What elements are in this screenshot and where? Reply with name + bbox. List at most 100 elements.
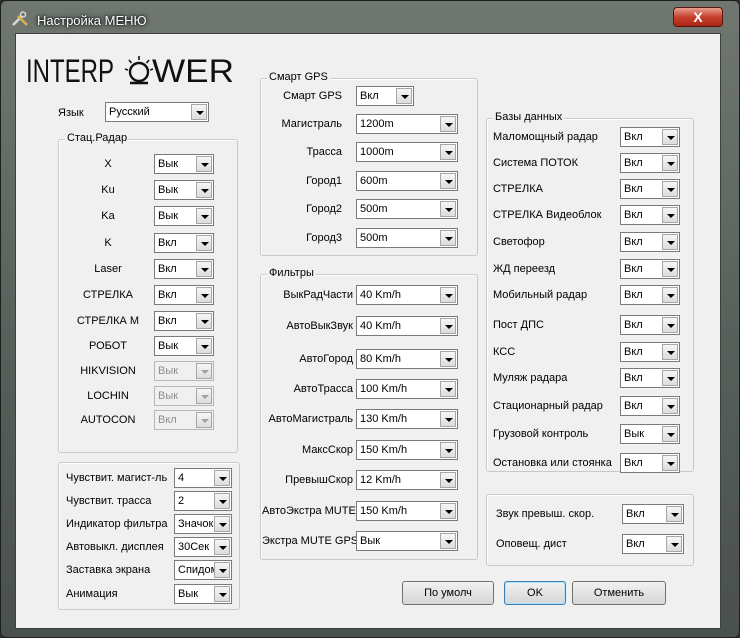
database-item-label: Грузовой контроль	[493, 428, 589, 440]
chevron-down-icon	[666, 536, 682, 552]
stat-radar-item-value: Вык	[158, 210, 179, 222]
smart-gps-item-select[interactable]: 500m	[356, 199, 458, 219]
stat-radar-item-select[interactable]: Вык	[154, 154, 214, 174]
misc-item-select[interactable]: Значок	[174, 514, 232, 534]
stat-radar-item-value: Вкл	[158, 289, 177, 301]
stat-radar-item-value: Вкл	[158, 263, 177, 275]
stat-radar-item-select[interactable]: Вкл	[154, 233, 214, 253]
stat-radar-item-label: HIKVISION	[80, 365, 136, 377]
smart-gps-item-label: Смарт GPS	[283, 90, 342, 102]
chevron-down-icon	[396, 88, 412, 104]
database-item-select[interactable]: Вык	[620, 424, 680, 444]
filter-item-select[interactable]: 40 Km/h	[356, 285, 458, 305]
database-item-select[interactable]: Вкл	[620, 179, 680, 199]
misc-item-select[interactable]: 4	[174, 468, 232, 488]
filter-item-value: 130 Km/h	[360, 413, 408, 425]
misc-item-select[interactable]: Вык	[174, 584, 232, 604]
misc-item-select[interactable]: 2	[174, 491, 232, 511]
misc-item-label: Чувствит. магист-ль	[66, 472, 168, 484]
database-item-select[interactable]: Вкл	[620, 205, 680, 225]
chevron-down-icon	[440, 442, 456, 458]
database-item-select[interactable]: Вкл	[620, 127, 680, 147]
default-button[interactable]: По умолч	[402, 581, 494, 605]
chevron-down-icon	[214, 493, 230, 509]
smart-gps-item-value: Вкл	[360, 90, 379, 102]
chevron-down-icon	[214, 586, 230, 602]
ok-button[interactable]: OK	[504, 581, 566, 605]
database-item-select[interactable]: Вкл	[620, 368, 680, 388]
filter-item-select[interactable]: Вык	[356, 531, 458, 551]
cancel-button[interactable]: Отменить	[572, 581, 666, 605]
filter-item-select[interactable]: 150 Km/h	[356, 440, 458, 460]
smart-gps-item-label: Город1	[306, 175, 342, 187]
sound-item-select[interactable]: Вкл	[622, 534, 684, 554]
filter-item-select[interactable]: 80 Km/h	[356, 349, 458, 369]
stat-radar-item-select[interactable]: Вык	[154, 180, 214, 200]
close-button[interactable]: X	[673, 7, 723, 27]
filter-item-select[interactable]: 130 Km/h	[356, 409, 458, 429]
misc-item-label: Анимация	[66, 588, 118, 600]
stat-radar-item-select[interactable]: Вык	[154, 336, 214, 356]
filter-item-label: МаксСкор	[302, 444, 353, 456]
stat-radar-item-select[interactable]: Вкл	[154, 311, 214, 331]
misc-item-select[interactable]: 30Сек	[174, 537, 232, 557]
chevron-down-icon	[440, 173, 456, 189]
sound-item-label: Звук превыш. скор.	[496, 508, 595, 520]
database-item-select[interactable]: Вкл	[620, 396, 680, 416]
filter-item-value: Вык	[360, 535, 381, 547]
database-item-select[interactable]: Вкл	[620, 153, 680, 173]
chevron-down-icon	[196, 261, 212, 277]
smart-gps-item-select[interactable]: 1200m	[356, 114, 458, 134]
database-item-value: Вык	[624, 428, 645, 440]
smart-gps-item-select[interactable]: 1000m	[356, 142, 458, 162]
filter-item-select[interactable]: 150 Km/h	[356, 501, 458, 521]
misc-item-value: 4	[178, 472, 185, 484]
chevron-down-icon	[191, 104, 207, 120]
language-select[interactable]: Русский	[105, 102, 209, 122]
database-item-select[interactable]: Вкл	[620, 342, 680, 362]
database-item-select[interactable]: Вкл	[620, 285, 680, 305]
smart-gps-item-select[interactable]: Вкл	[356, 86, 414, 106]
chevron-down-icon	[196, 235, 212, 251]
filter-item-value: 40 Km/h	[360, 289, 401, 301]
database-item-value: Вкл	[624, 372, 643, 384]
smart-gps-item-label: Трасса	[306, 146, 342, 158]
smart-gps-item-label: Город2	[306, 203, 342, 215]
stat-radar-item-value: Вык	[158, 184, 179, 196]
chevron-down-icon	[662, 455, 678, 471]
database-item-select[interactable]: Вкл	[620, 232, 680, 252]
stat-radar-item-select[interactable]: Вкл	[154, 285, 214, 305]
database-item-label: Остановка или стоянка	[493, 457, 612, 469]
chevron-down-icon	[662, 181, 678, 197]
database-item-label: СТРЕЛКА	[493, 183, 543, 195]
smart-gps-item-value: 500m	[360, 232, 388, 244]
stat-radar-item-select[interactable]: Вык	[154, 206, 214, 226]
chevron-down-icon	[196, 363, 212, 379]
stat-radar-item-select: Вык	[154, 361, 214, 381]
chevron-down-icon	[196, 338, 212, 354]
filter-item-select[interactable]: 40 Km/h	[356, 316, 458, 336]
stat-radar-item-value: Вык	[158, 340, 179, 352]
chevron-down-icon	[196, 287, 212, 303]
misc-item-value: Значок	[178, 518, 214, 530]
smart-gps-item-select[interactable]: 500m	[356, 228, 458, 248]
misc-item-select[interactable]: Спидом	[174, 560, 232, 580]
database-item-select[interactable]: Вкл	[620, 453, 680, 473]
filter-item-select[interactable]: 12 Km/h	[356, 470, 458, 490]
chevron-down-icon	[440, 472, 456, 488]
smart-gps-item-select[interactable]: 600m	[356, 171, 458, 191]
smart-gps-item-label: Город3	[306, 232, 342, 244]
chevron-down-icon	[662, 234, 678, 250]
stat-radar-item-select[interactable]: Вкл	[154, 259, 214, 279]
chevron-down-icon	[662, 426, 678, 442]
filter-item-select[interactable]: 100 Km/h	[356, 379, 458, 399]
chevron-down-icon	[440, 287, 456, 303]
sound-item-select[interactable]: Вкл	[622, 504, 684, 524]
database-item-select[interactable]: Вкл	[620, 315, 680, 335]
filter-item-value: 80 Km/h	[360, 353, 401, 365]
chevron-down-icon	[440, 318, 456, 334]
misc-item-label: Чувствит. трасса	[66, 495, 152, 507]
database-item-value: Вкл	[624, 457, 643, 469]
database-item-select[interactable]: Вкл	[620, 259, 680, 279]
database-item-value: Вкл	[624, 400, 643, 412]
